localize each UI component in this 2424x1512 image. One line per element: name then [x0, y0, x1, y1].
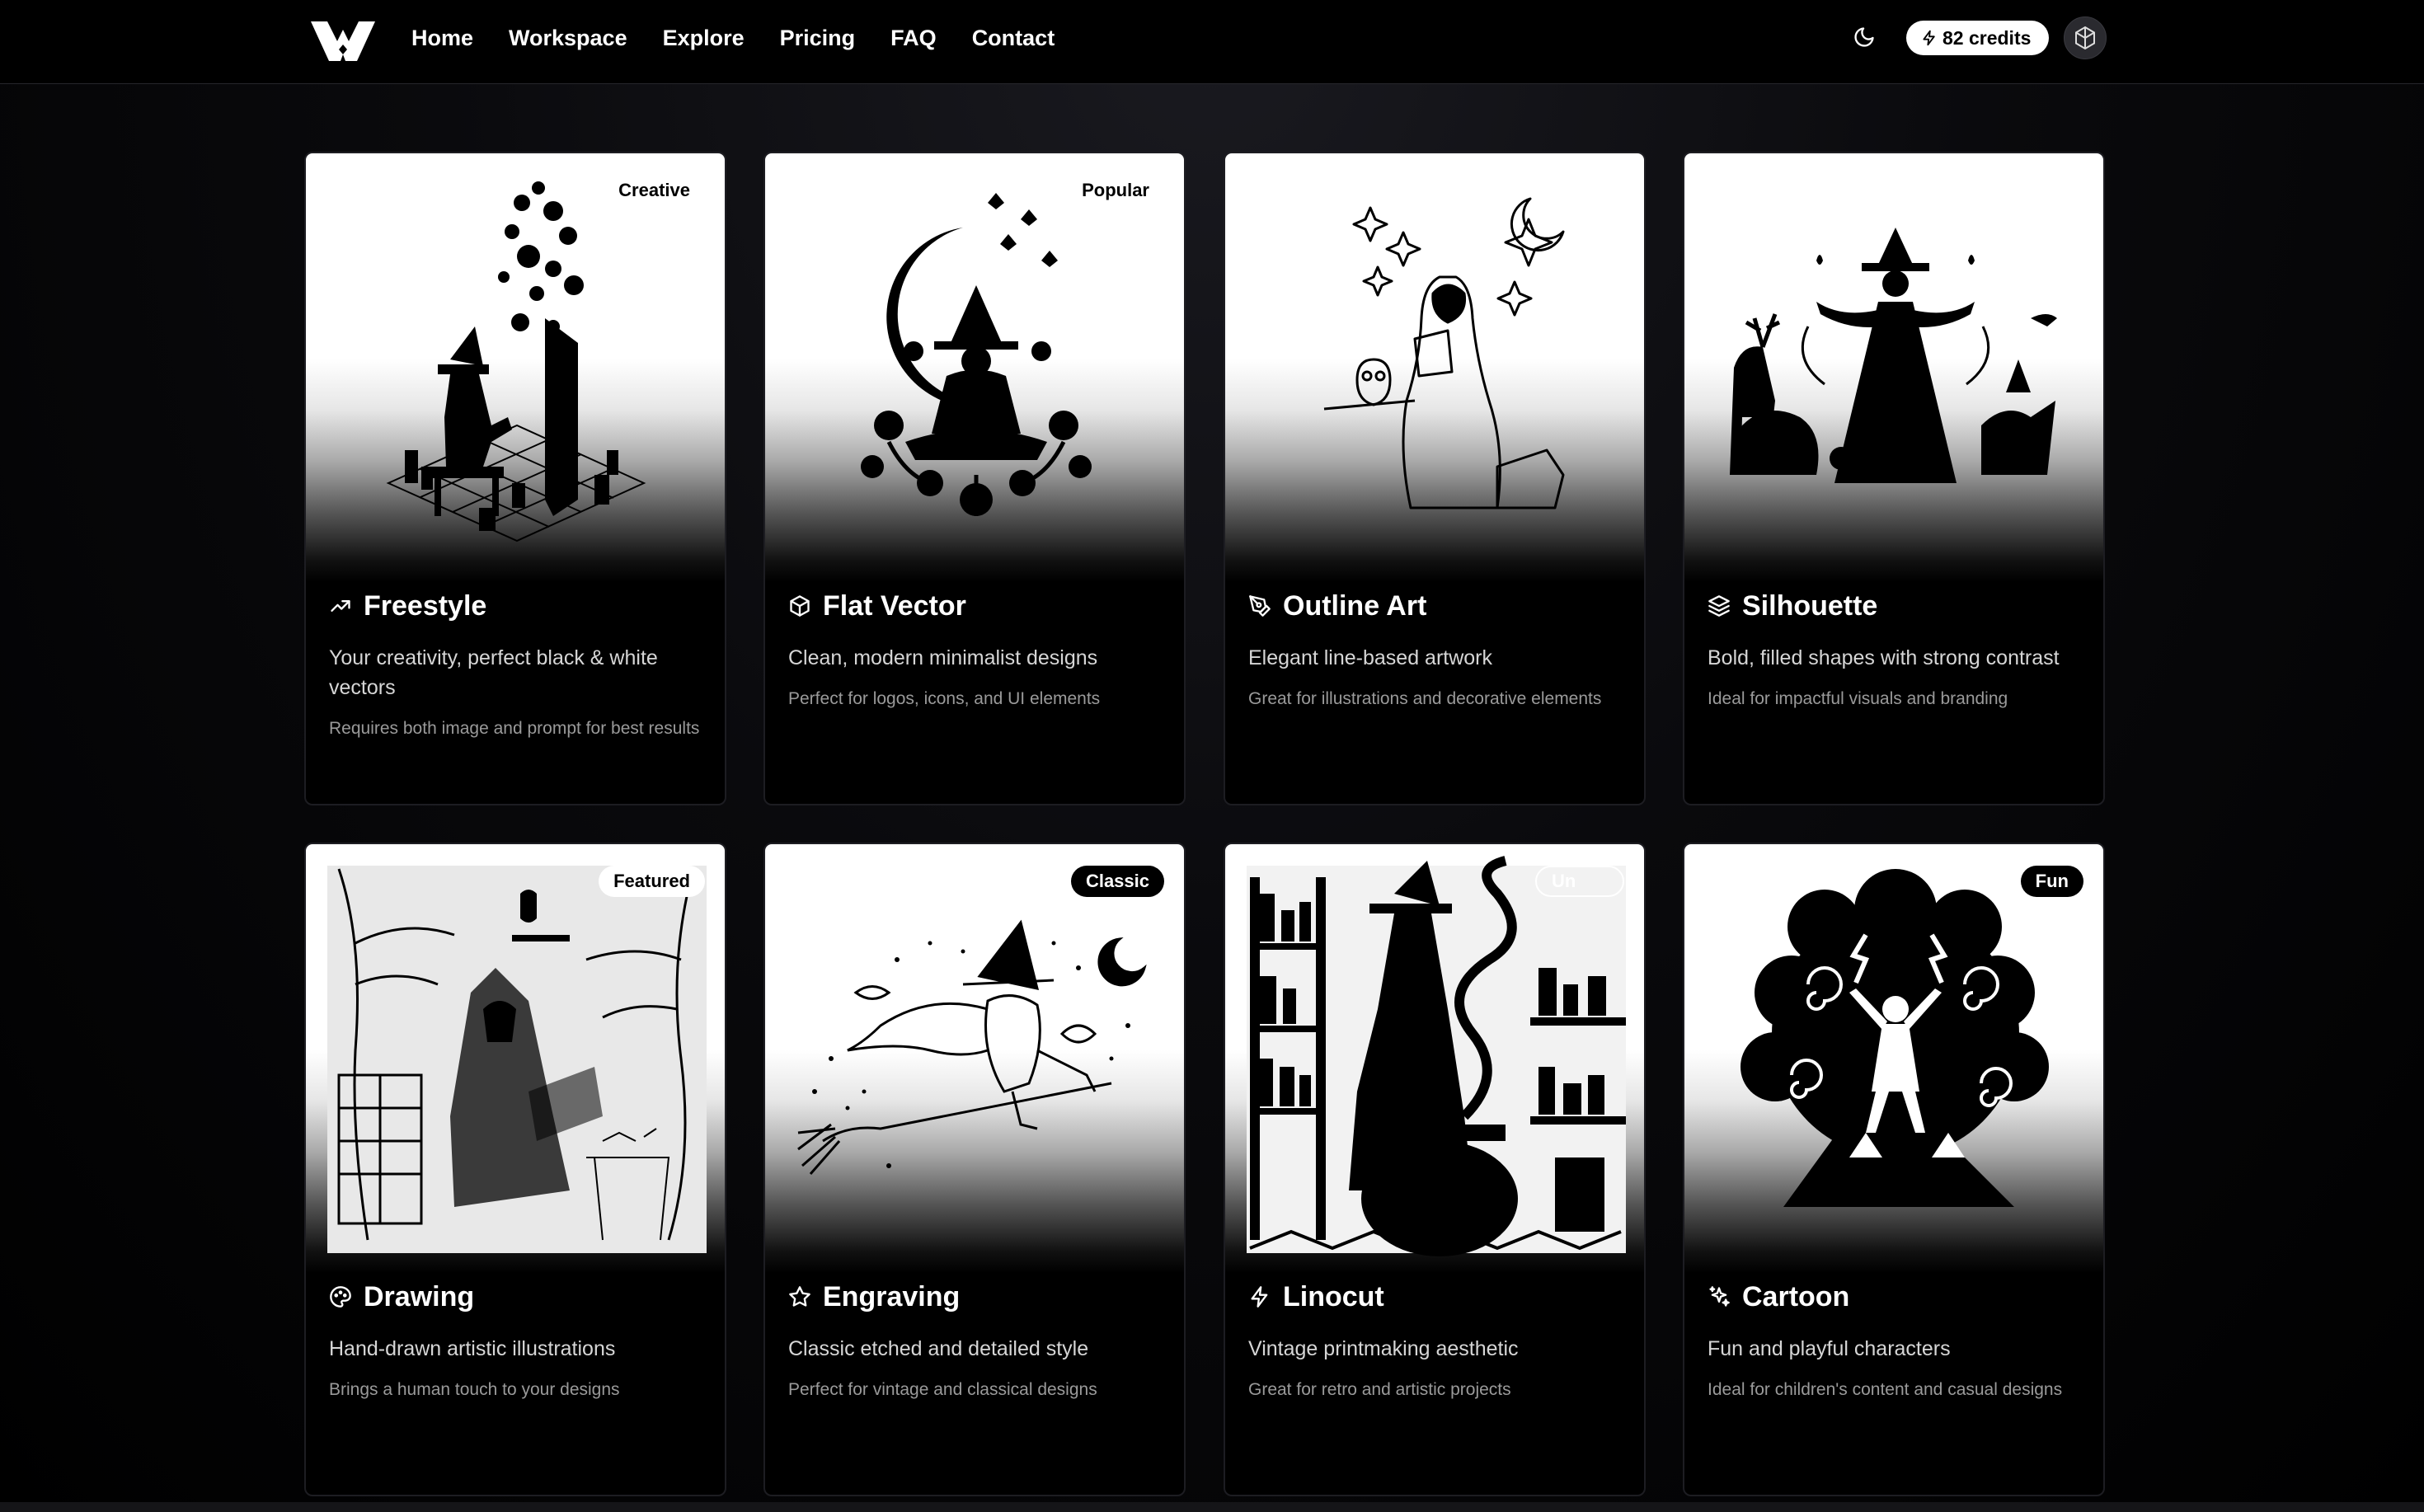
card-title: Drawing [364, 1280, 475, 1312]
nav-workspace-link[interactable]: Workspace [509, 26, 627, 51]
card-body: Linocut Vintage printmaking aesthetic Gr… [1248, 1278, 1621, 1402]
style-card-silhouette[interactable]: Silhouette Bold, filled shapes with stro… [1683, 152, 2105, 805]
trending-up-icon [329, 594, 352, 617]
card-title-row: Outline Art [1248, 587, 1621, 625]
reading-witch-drawing [327, 866, 707, 1253]
card-description: Vintage printmaking aesthetic [1248, 1337, 1519, 1360]
card-badge: Featured [599, 866, 705, 897]
card-title: Freestyle [364, 589, 487, 622]
card-title: Flat Vector [823, 589, 966, 622]
card-description: Your creativity, perfect black & white v… [329, 646, 658, 699]
card-note: Perfect for logos, icons, and UI element… [788, 689, 1101, 708]
nav-faq-link[interactable]: FAQ [890, 26, 937, 51]
user-avatar[interactable] [2064, 16, 2107, 59]
card-badge: Creative [604, 175, 705, 206]
card-note: Ideal for impactful visuals and branding [1708, 689, 2008, 708]
bottom-edge [0, 1502, 2424, 1512]
card-body: Cartoon Fun and playful characters Ideal… [1708, 1278, 2080, 1402]
card-title-row: Freestyle [329, 587, 702, 625]
card-note: Great for illustrations and decorative e… [1248, 689, 1602, 708]
card-badge: Un [1535, 866, 1624, 897]
style-card-drawing[interactable]: Featured Drawing Hand-drawn artistic ill… [304, 843, 726, 1496]
card-description: Elegant line-based artwork [1248, 646, 1492, 669]
card-title: Linocut [1283, 1280, 1384, 1312]
style-card-linocut[interactable]: Un Linocut Vintage printmaking aesthetic… [1224, 843, 1646, 1496]
card-image: Creative [306, 153, 725, 582]
nav-pricing-link[interactable]: Pricing [780, 26, 856, 51]
w-logo-icon[interactable] [309, 16, 377, 66]
card-body: Silhouette Bold, filled shapes with stro… [1708, 587, 2080, 711]
card-image [1225, 153, 1644, 582]
card-note: Ideal for children's content and casual … [1708, 1380, 2063, 1399]
cauldron-witch-linocut [1247, 856, 1626, 1256]
card-body: Drawing Hand-drawn artistic illustration… [329, 1278, 702, 1402]
card-title: Cartoon [1742, 1280, 1850, 1312]
card-body: Freestyle Your creativity, perfect black… [329, 587, 702, 740]
card-image: Popular [765, 153, 1184, 582]
star-icon [788, 1285, 811, 1308]
card-description: Clean, modern minimalist designs [788, 646, 1098, 669]
card-image [1684, 153, 2103, 582]
card-title: Outline Art [1283, 589, 1427, 622]
theme-toggle-button[interactable] [1849, 22, 1879, 52]
nav-explore-link[interactable]: Explore [663, 26, 745, 51]
sparkles-icon [1708, 1285, 1731, 1308]
style-card-engraving[interactable]: Classic Engraving Classic etched and det… [763, 843, 1186, 1496]
card-title: Engraving [823, 1280, 961, 1312]
card-title-row: Drawing [329, 1278, 702, 1316]
card-note: Brings a human touch to your designs [329, 1380, 620, 1399]
card-description: Classic etched and detailed style [788, 1337, 1089, 1360]
card-title-row: Flat Vector [788, 587, 1161, 625]
hooded-reader-illustration [1323, 197, 1565, 509]
card-body: Outline Art Elegant line-based artwork G… [1248, 587, 1621, 711]
credits-label: 82 credits [1942, 26, 2032, 49]
witch-animals-silhouette [1730, 228, 2057, 483]
card-note: Perfect for vintage and classical design… [788, 1380, 1097, 1399]
card-badge: Classic [1070, 866, 1164, 897]
meditating-witch-illustration [861, 193, 1092, 516]
top-navbar: Home Workspace Explore Pricing FAQ Conta… [0, 0, 2424, 84]
layers-icon [1708, 594, 1731, 617]
card-title-row: Cartoon [1708, 1278, 2080, 1316]
credits-badge[interactable]: 82 credits [1906, 21, 2050, 55]
card-title: Silhouette [1742, 589, 1878, 622]
style-card-flat-vector[interactable]: Popular Flat Vector Clean, modern minima… [763, 152, 1186, 805]
card-title-row: Linocut [1248, 1278, 1621, 1316]
cartoon-witch-storm [1740, 869, 2049, 1207]
card-title-row: Engraving [788, 1278, 1161, 1316]
card-image: Featured [306, 844, 725, 1273]
style-card-outline-art[interactable]: Outline Art Elegant line-based artwork G… [1224, 152, 1646, 805]
zap-icon [1248, 1285, 1271, 1308]
card-note: Requires both image and prompt for best … [329, 719, 700, 738]
nav-contact-link[interactable]: Contact [972, 26, 1055, 51]
moon-icon [1854, 27, 1874, 47]
palette-icon [329, 1285, 352, 1308]
card-badge: Fun [2020, 866, 2083, 897]
card-image: Classic [765, 844, 1184, 1273]
card-badge: Popular [1067, 175, 1164, 206]
card-image: Fun [1684, 844, 2103, 1273]
style-card-cartoon[interactable]: Fun Cartoon Fun and playful characters I… [1683, 843, 2105, 1496]
card-body: Engraving Classic etched and detailed st… [788, 1278, 1161, 1402]
box-icon [788, 594, 811, 617]
pen-tool-icon [1248, 594, 1271, 617]
zap-icon [1923, 30, 1935, 46]
card-description: Bold, filled shapes with strong contrast [1708, 646, 2060, 669]
card-body: Flat Vector Clean, modern minimalist des… [788, 587, 1161, 711]
nav-links: Home Workspace Explore Pricing FAQ Conta… [411, 0, 1090, 76]
nav-home-link[interactable]: Home [411, 26, 473, 51]
witch-painting-illustration [386, 181, 646, 542]
card-description: Hand-drawn artistic illustrations [329, 1337, 616, 1360]
style-card-freestyle[interactable]: Creative Freestyle Your creativity, perf… [304, 152, 726, 805]
card-description: Fun and playful characters [1708, 1337, 1951, 1360]
card-note: Great for retro and artistic projects [1248, 1380, 1511, 1399]
flying-witch-engraving [797, 919, 1147, 1175]
card-image: Un [1225, 844, 1644, 1273]
openai-avatar-icon [2075, 26, 2095, 50]
card-title-row: Silhouette [1708, 587, 2080, 625]
